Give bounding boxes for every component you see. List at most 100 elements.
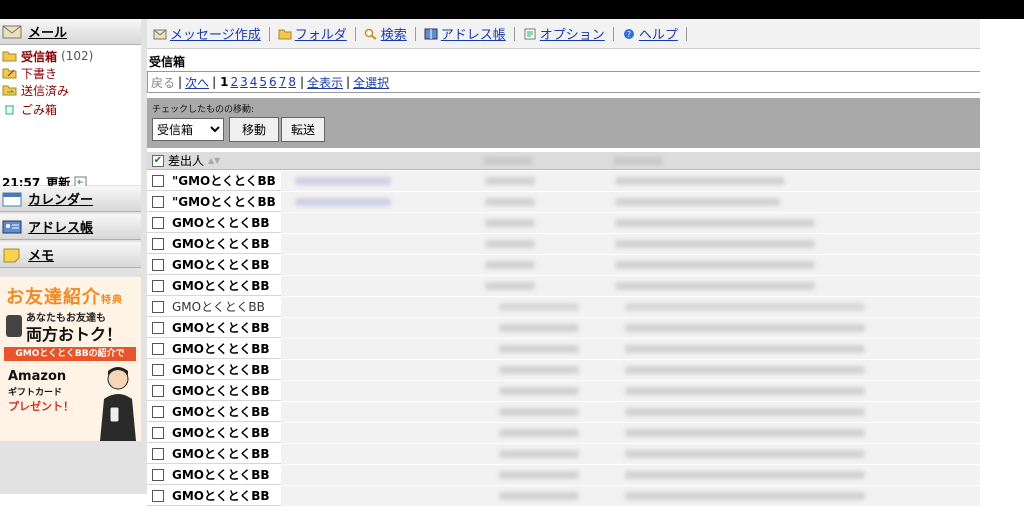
- message-checkbox[interactable]: [152, 468, 164, 481]
- message-sender[interactable]: GMOとくとくBB: [172, 424, 270, 441]
- folder-name[interactable]: ごみ箱: [21, 101, 57, 118]
- message-sender[interactable]: GMOとくとくBB: [172, 487, 270, 504]
- page-link[interactable]: 4: [250, 75, 258, 89]
- message-sender[interactable]: "GMOとくとくBB: [172, 193, 276, 210]
- toolbar-addressbook[interactable]: アドレス帳: [424, 24, 506, 43]
- message-sender[interactable]: GMOとくとくBB: [172, 382, 270, 399]
- message-checkbox[interactable]: [152, 300, 164, 313]
- message-row[interactable]: "GMOとくとくBB: [147, 192, 980, 213]
- message-row[interactable]: GMOとくとくBB: [147, 276, 980, 297]
- message-details-redacted[interactable]: [281, 276, 980, 296]
- move-folder-select[interactable]: 受信箱: [152, 118, 224, 141]
- forward-button[interactable]: 転送: [281, 117, 325, 142]
- select-all-link[interactable]: 全選択: [353, 74, 389, 91]
- message-checkbox[interactable]: [152, 342, 164, 355]
- message-checkbox[interactable]: [152, 363, 164, 376]
- toolbar-search[interactable]: 検索: [364, 24, 407, 43]
- message-details-redacted[interactable]: [281, 402, 980, 422]
- toolbar-options[interactable]: オプション: [523, 24, 605, 43]
- message-sender[interactable]: GMOとくとくBB: [172, 235, 270, 252]
- message-checkbox[interactable]: [152, 384, 164, 397]
- toolbar-label[interactable]: ヘルプ: [639, 24, 678, 43]
- folder-item-inbox[interactable]: 受信箱 (102): [0, 48, 93, 64]
- toolbar-label[interactable]: アドレス帳: [441, 24, 506, 43]
- message-checkbox[interactable]: [152, 216, 164, 229]
- sidebar-memo-item[interactable]: メモ: [0, 242, 141, 268]
- message-details-redacted[interactable]: [281, 297, 980, 317]
- message-checkbox[interactable]: [152, 489, 164, 502]
- calendar-link[interactable]: カレンダー: [28, 189, 93, 208]
- message-checkbox[interactable]: [152, 321, 164, 334]
- page-link[interactable]: 6: [269, 75, 277, 89]
- message-row[interactable]: GMOとくとくBB: [147, 486, 980, 507]
- message-checkbox[interactable]: [152, 258, 164, 271]
- message-details-redacted[interactable]: [281, 234, 980, 254]
- message-row[interactable]: GMOとくとくBB: [147, 255, 980, 276]
- message-checkbox[interactable]: [152, 447, 164, 460]
- sender-column-header[interactable]: 差出人: [168, 152, 204, 169]
- message-details-redacted[interactable]: [281, 255, 980, 275]
- sort-arrows-icon[interactable]: ▲▼: [208, 156, 220, 165]
- toolbar-compose[interactable]: メッセージ作成: [153, 24, 261, 43]
- date-column-header[interactable]: [484, 156, 532, 165]
- subject-column-header[interactable]: [614, 156, 662, 165]
- message-checkbox[interactable]: [152, 279, 164, 292]
- message-details-redacted[interactable]: [281, 444, 980, 464]
- page-link[interactable]: 8: [288, 75, 296, 89]
- memo-link[interactable]: メモ: [28, 245, 54, 264]
- page-link[interactable]: 3: [240, 75, 248, 89]
- message-row[interactable]: GMOとくとくBB: [147, 444, 980, 465]
- message-sender[interactable]: GMOとくとくBB: [172, 256, 270, 273]
- message-details-redacted[interactable]: [281, 171, 980, 191]
- message-row[interactable]: GMOとくとくBB: [147, 360, 980, 381]
- message-row[interactable]: GMOとくとくBB: [147, 213, 980, 234]
- message-sender[interactable]: GMOとくとくBB: [172, 214, 270, 231]
- message-checkbox[interactable]: [152, 195, 164, 208]
- message-details-redacted[interactable]: [281, 465, 980, 485]
- toolbar-label[interactable]: メッセージ作成: [170, 24, 261, 43]
- message-sender[interactable]: GMOとくとくBB: [172, 319, 270, 336]
- message-checkbox[interactable]: [152, 237, 164, 250]
- message-sender[interactable]: GMOとくとくBB: [172, 277, 270, 294]
- folder-name[interactable]: 受信箱: [21, 48, 57, 65]
- toolbar-label[interactable]: オプション: [540, 24, 605, 43]
- message-details-redacted[interactable]: [281, 360, 980, 380]
- message-row[interactable]: GMOとくとくBB: [147, 318, 980, 339]
- message-details-redacted[interactable]: [281, 381, 980, 401]
- folder-item-trash[interactable]: ごみ箱: [0, 101, 57, 117]
- toolbar-folder[interactable]: フォルダ: [278, 24, 347, 43]
- message-checkbox[interactable]: [152, 426, 164, 439]
- sidebar-calendar-item[interactable]: カレンダー: [0, 186, 141, 212]
- message-details-redacted[interactable]: [281, 213, 980, 233]
- message-sender[interactable]: GMOとくとくBB: [172, 361, 270, 378]
- referral-banner[interactable]: お友達紹介特典 あなたもお友達も 両方おトク！ GMOとくとくBBの紹介で Am…: [0, 277, 141, 441]
- folder-item-sent[interactable]: 送信済み: [0, 82, 69, 98]
- sidebar-addressbook-item[interactable]: アドレス帳: [0, 214, 141, 240]
- message-sender[interactable]: GMOとくとくBB: [172, 403, 270, 420]
- message-details-redacted[interactable]: [281, 423, 980, 443]
- select-all-checkbox[interactable]: ✔: [152, 154, 164, 167]
- message-row[interactable]: GMOとくとくBB: [147, 297, 980, 318]
- folder-item-drafts[interactable]: 下書き: [0, 65, 57, 81]
- message-details-redacted[interactable]: [281, 318, 980, 338]
- show-all-link[interactable]: 全表示: [307, 74, 343, 91]
- next-link[interactable]: 次へ: [185, 74, 209, 91]
- toolbar-label[interactable]: フォルダ: [295, 24, 347, 43]
- message-sender[interactable]: GMOとくとくBB: [172, 298, 265, 315]
- message-row[interactable]: GMOとくとくBB: [147, 234, 980, 255]
- toolbar-help[interactable]: ? ヘルプ: [622, 24, 678, 43]
- message-details-redacted[interactable]: [281, 192, 980, 212]
- message-row[interactable]: GMOとくとくBB: [147, 381, 980, 402]
- folder-name[interactable]: 下書き: [21, 65, 57, 82]
- toolbar-label[interactable]: 検索: [381, 24, 407, 43]
- message-row[interactable]: GMOとくとくBB: [147, 339, 980, 360]
- folder-name[interactable]: 送信済み: [21, 82, 69, 99]
- message-checkbox[interactable]: [152, 405, 164, 418]
- page-link[interactable]: 2: [230, 75, 238, 89]
- message-sender[interactable]: GMOとくとくBB: [172, 466, 270, 483]
- message-sender[interactable]: "GMOとくとくBB: [172, 172, 276, 189]
- addressbook-link[interactable]: アドレス帳: [28, 217, 93, 236]
- message-row[interactable]: GMOとくとくBB: [147, 423, 980, 444]
- message-row[interactable]: GMOとくとくBB: [147, 402, 980, 423]
- message-row[interactable]: "GMOとくとくBB: [147, 171, 980, 192]
